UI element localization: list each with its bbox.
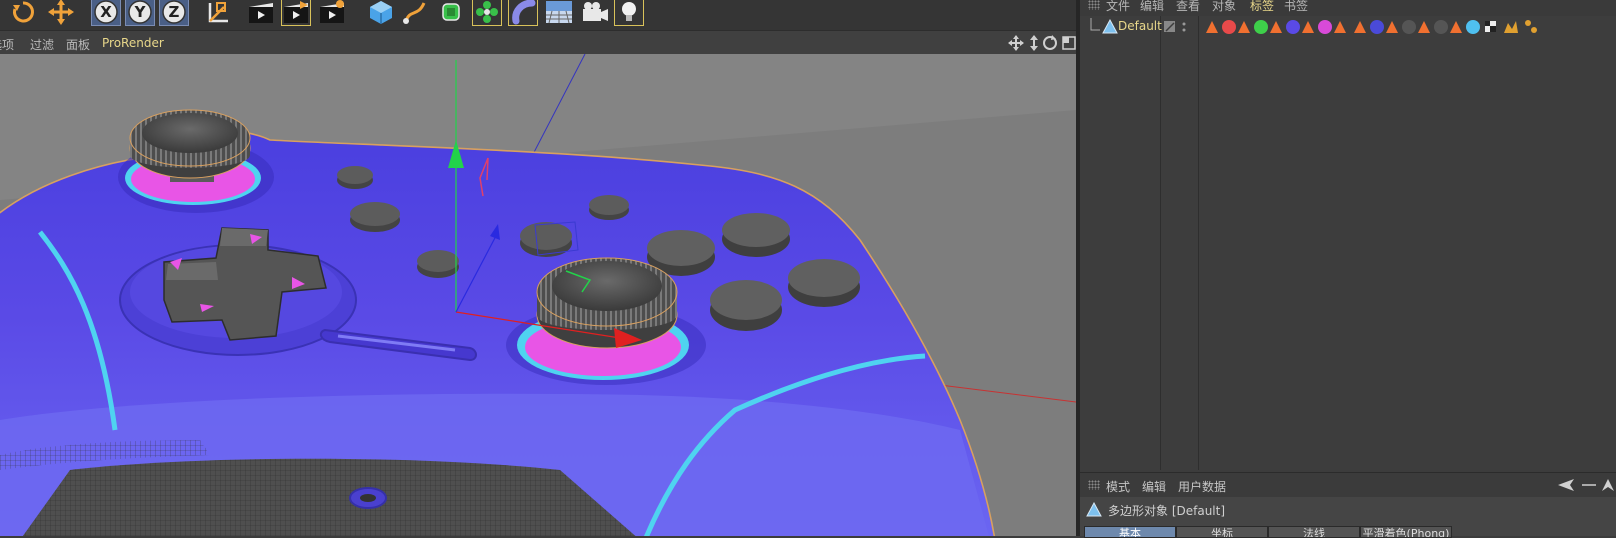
menu-view[interactable]: 查看 xyxy=(1176,0,1200,14)
menu-attr-edit[interactable]: 编辑 xyxy=(1142,478,1166,495)
menu-bookmarks[interactable]: 书签 xyxy=(1284,0,1308,14)
panel-grip-icon[interactable] xyxy=(1088,0,1100,10)
attribute-manager-body: 多边形对象 [Default] 基本 坐标 法线 平滑着色(Phong) xyxy=(1080,497,1616,538)
face-button-top[interactable] xyxy=(722,213,790,257)
object-manager: 文件 编辑 查看 对象 标签 书签 Default xyxy=(1080,0,1616,470)
viewport-menu-prorender[interactable]: ProRender xyxy=(102,36,164,50)
tab-phong[interactable]: 平滑着色(Phong) xyxy=(1360,526,1452,538)
menu-object[interactable]: 对象 xyxy=(1212,0,1236,14)
light-bulb-icon[interactable] xyxy=(614,0,644,26)
object-row-default[interactable]: Default xyxy=(1080,16,1616,40)
forward-arrow-icon[interactable] xyxy=(1602,479,1614,491)
menu-edit[interactable]: 编辑 xyxy=(1140,0,1164,14)
viewport-menu-filter[interactable]: 过滤 xyxy=(30,36,54,53)
material-tags[interactable] xyxy=(1202,17,1582,37)
rotate-tool-icon[interactable] xyxy=(8,0,38,26)
coordinate-system-icon[interactable] xyxy=(203,0,233,26)
cube-icon[interactable] xyxy=(366,0,396,26)
menu-file[interactable]: 文件 xyxy=(1106,0,1130,14)
render-to-picture-viewer-icon[interactable] xyxy=(281,0,311,26)
attribute-object-title: 多边形对象 [Default] xyxy=(1108,504,1226,518)
face-button-bottom[interactable] xyxy=(710,280,782,331)
small-button-2[interactable] xyxy=(350,202,400,232)
cloner-icon[interactable] xyxy=(472,0,502,26)
lock-z-axis-button[interactable]: Z xyxy=(159,0,189,26)
viewport-menu-bar: 选项 过滤 面板 ProRender xyxy=(0,30,1078,55)
object-name[interactable]: Default xyxy=(1118,19,1162,33)
left-thumbstick[interactable] xyxy=(129,109,251,179)
attribute-grip-icon[interactable] xyxy=(1088,480,1100,490)
render-settings-icon[interactable] xyxy=(317,0,347,26)
viewport-navigation-icons xyxy=(1008,35,1076,51)
menu-user-data[interactable]: 用户数据 xyxy=(1178,478,1226,495)
rotate-view-icon[interactable] xyxy=(1043,35,1057,50)
lock-y-axis-button[interactable]: Y xyxy=(125,0,155,26)
menu-tags[interactable]: 标签 xyxy=(1250,0,1274,14)
right-thumbstick[interactable] xyxy=(536,257,678,349)
back-arrow-icon[interactable] xyxy=(1558,479,1574,491)
deformer-bend-icon[interactable] xyxy=(508,0,538,26)
viewport-scene xyxy=(0,54,1076,536)
attribute-manager-menu: 模式 编辑 用户数据 xyxy=(1080,472,1616,497)
lock-x-axis-button[interactable]: X xyxy=(91,0,121,26)
small-button-1[interactable] xyxy=(337,166,373,189)
tab-basic[interactable]: 基本 xyxy=(1084,526,1176,538)
pen-spline-icon[interactable] xyxy=(400,0,430,26)
move-tool-icon[interactable] xyxy=(46,0,76,26)
svg-text:Y: Y xyxy=(134,3,147,21)
visibility-toggles[interactable] xyxy=(1164,20,1194,34)
toggle-view-icon[interactable] xyxy=(1062,36,1076,50)
small-button-3[interactable] xyxy=(417,250,459,278)
main-toolbar: X Y Z xyxy=(0,0,1078,30)
tab-normals[interactable]: 法线 xyxy=(1268,526,1360,538)
subdivision-surface-icon[interactable] xyxy=(436,0,466,26)
viewport-menu-panel[interactable]: 面板 xyxy=(66,36,90,53)
face-button-right[interactable] xyxy=(788,259,860,307)
zoom-view-icon[interactable] xyxy=(1030,35,1038,51)
object-manager-menu: 文件 编辑 查看 对象 标签 书签 xyxy=(1080,0,1616,16)
render-view-icon[interactable] xyxy=(246,0,276,26)
polygon-object-icon xyxy=(1102,19,1118,34)
tab-coordinates[interactable]: 坐标 xyxy=(1176,526,1268,538)
camera-icon[interactable] xyxy=(580,0,610,26)
svg-text:X: X xyxy=(100,3,112,21)
3d-viewport[interactable] xyxy=(0,54,1076,536)
viewport-menu-options[interactable]: 选项 xyxy=(0,36,14,53)
floor-environment-icon[interactable] xyxy=(544,0,574,26)
small-button-4[interactable] xyxy=(589,195,629,220)
svg-text:Z: Z xyxy=(169,3,180,21)
menu-mode[interactable]: 模式 xyxy=(1106,478,1130,495)
attribute-polygon-object-icon xyxy=(1086,502,1102,517)
attribute-navigation xyxy=(1558,479,1614,491)
pan-view-icon[interactable] xyxy=(1008,35,1024,51)
tree-branch-icon xyxy=(1090,18,1100,31)
